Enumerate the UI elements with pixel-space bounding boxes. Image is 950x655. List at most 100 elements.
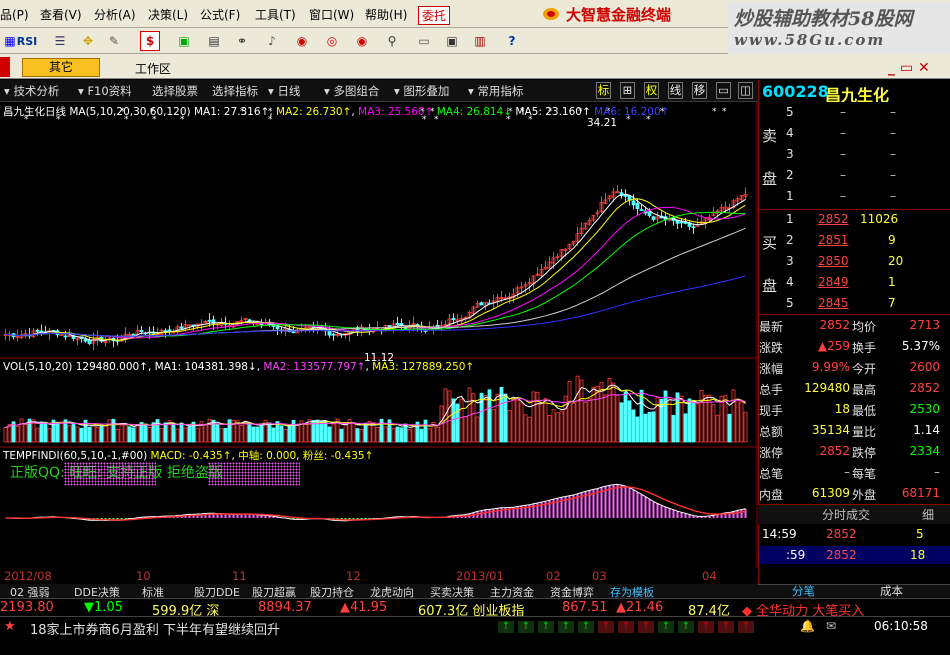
menu-item-decision[interactable]: 决策(L) [148,6,188,23]
chart-toolbar-common[interactable]: ▾ 常用指标 [468,83,523,99]
volume-bar [535,391,540,443]
ticker-item: 8894.37 [258,600,312,615]
volume-bar [559,410,564,443]
stat-value: 68171 [901,486,940,500]
buy-price[interactable]: 2852 [818,212,849,226]
volume-bar [543,398,548,443]
buy-level-num: 5 [786,296,794,310]
macd-fine: 粉丝: -0.435↑ [302,450,374,462]
calendar-icon[interactable]: ▤ [204,31,224,51]
ticks-detail-button[interactable]: 细 [922,506,934,523]
volume-bar [131,427,136,443]
tick-time: 14:59 [762,527,797,541]
eye-icon[interactable]: ◉ [292,31,312,51]
candle-body [139,330,144,332]
bell-icon[interactable]: 🔔 [800,619,815,633]
volume-bar [643,413,648,443]
menu-item-help[interactable]: 帮助(H) [365,6,407,23]
window-controls[interactable]: _ ▭ ✕ [888,60,930,76]
volume-bar [455,403,460,443]
volume-bar [495,393,500,443]
stat-key: 总手 [759,383,784,397]
watermark-line1: 炒股辅助教材58股网 [734,8,913,30]
chart-toolbar-select-indicator[interactable]: 选择指标 [212,83,258,99]
dollar-icon[interactable]: $ [140,31,160,51]
macd-series-group [5,483,747,522]
chart-toolbar-daily[interactable]: ▾ 日线 [268,83,300,99]
chart-toolbar-technical[interactable]: ▾ 技术分析 [4,83,59,99]
buy-price[interactable]: 2851 [818,233,849,247]
stat-value: 61309 [811,486,850,500]
menu-item-view[interactable]: 查看(V) [40,6,82,23]
volume-bar [219,428,224,443]
tick-volume: 18 [910,548,926,562]
record-icon[interactable]: ◉ [352,31,372,51]
chart-btn-split[interactable]: ◫ [738,82,753,99]
buy-price[interactable]: 2845 [818,296,849,310]
chart-btn-mark[interactable]: 标 [596,82,611,99]
tab-cost[interactable]: 成本 [880,583,903,599]
bell-icon[interactable]: ♪ [262,31,282,51]
volume-bar [71,423,76,443]
link-icon[interactable]: ⚲ [382,31,402,51]
stat-key: 涨幅 [759,362,784,376]
candle-body [479,302,484,306]
chart-btn-line[interactable]: 线 [668,82,683,99]
books-icon[interactable]: ▥ [470,31,490,51]
volume-bar [619,402,624,443]
volume-bar [147,427,152,443]
kline-chart-area[interactable]: * * * * * * * * * * * * * ** * * * * * * * * * * * 34.21 11.12 [0,102,758,584]
chart-icon[interactable]: ▣ [174,31,194,51]
binoculars-icon[interactable]: ⚭ [232,31,252,51]
chart-btn-move[interactable]: 移 [692,82,707,99]
menu-item-analysis[interactable]: 分析(A) [94,6,136,23]
tab-ticks[interactable]: 分笔 [792,583,815,599]
stat-key: 最高 [852,383,877,397]
sell-price: – [840,189,846,203]
volume-bar [719,396,724,443]
menu-item-formula[interactable]: 公式(F) [200,6,240,23]
print-icon[interactable]: ▭ [414,31,434,51]
candle-body [131,333,136,336]
menu-item-tools[interactable]: 工具(T) [255,6,296,23]
ruler-icon[interactable]: ✎ [104,31,124,51]
menu-item-product[interactable]: 品(P) [0,6,29,23]
chart-toolbar-f10[interactable]: ▾ F10资料 [78,83,132,99]
chart-btn-rights[interactable]: 权 [644,82,659,99]
volume-bar [595,385,600,443]
trade-button[interactable]: 委托 [418,6,451,25]
chart-toolbar-multichart[interactable]: ▾ 多图组合 [324,83,379,99]
volume-bar [423,419,428,443]
volume-bar [227,419,232,443]
buy-price[interactable]: 2850 [818,254,849,268]
volume-bar [403,423,408,443]
event-marker: * [722,107,727,117]
chart-toolbar-overlay[interactable]: ▾ 图形叠加 [394,83,449,99]
tab-other[interactable]: 其它 [22,58,100,77]
tab-workarea[interactable]: 工作区 [135,60,171,77]
menu-item-window[interactable]: 窗口(W) [309,6,354,23]
buy-price[interactable]: 2849 [818,275,849,289]
list-icon[interactable]: ☰ [50,31,70,51]
mail-icon[interactable]: ✉ [826,619,836,633]
candle-body [275,326,280,330]
volume-bar [87,426,92,443]
status-indicator: ↑ [718,621,734,633]
news-headline[interactable]: 18家上市券商6月盈利 下半年有望继续回升 [30,619,280,638]
volume-label: VOL(5,10,20) 129480.000↑ [3,361,148,373]
help-cursor-icon[interactable]: ? [502,31,522,51]
volume-bar [39,421,44,443]
stat-value: – [934,465,940,479]
chart-toolbar-select-stock[interactable]: 选择股票 [152,83,198,99]
window-icon[interactable]: ▣ [442,31,462,51]
chart-btn-cross[interactable]: ⊞ [620,82,635,99]
volume-bar [483,395,488,443]
rsi-button[interactable]: RSI [14,31,40,51]
chart-btn-window[interactable]: ▭ [716,82,731,99]
volume-bar [239,424,244,443]
buy-level-num: 2 [786,233,794,247]
target-icon[interactable]: ◎ [322,31,342,51]
quote-divider [758,314,950,315]
date-label: 02 [546,569,561,583]
move-icon[interactable]: ✥ [78,31,98,51]
